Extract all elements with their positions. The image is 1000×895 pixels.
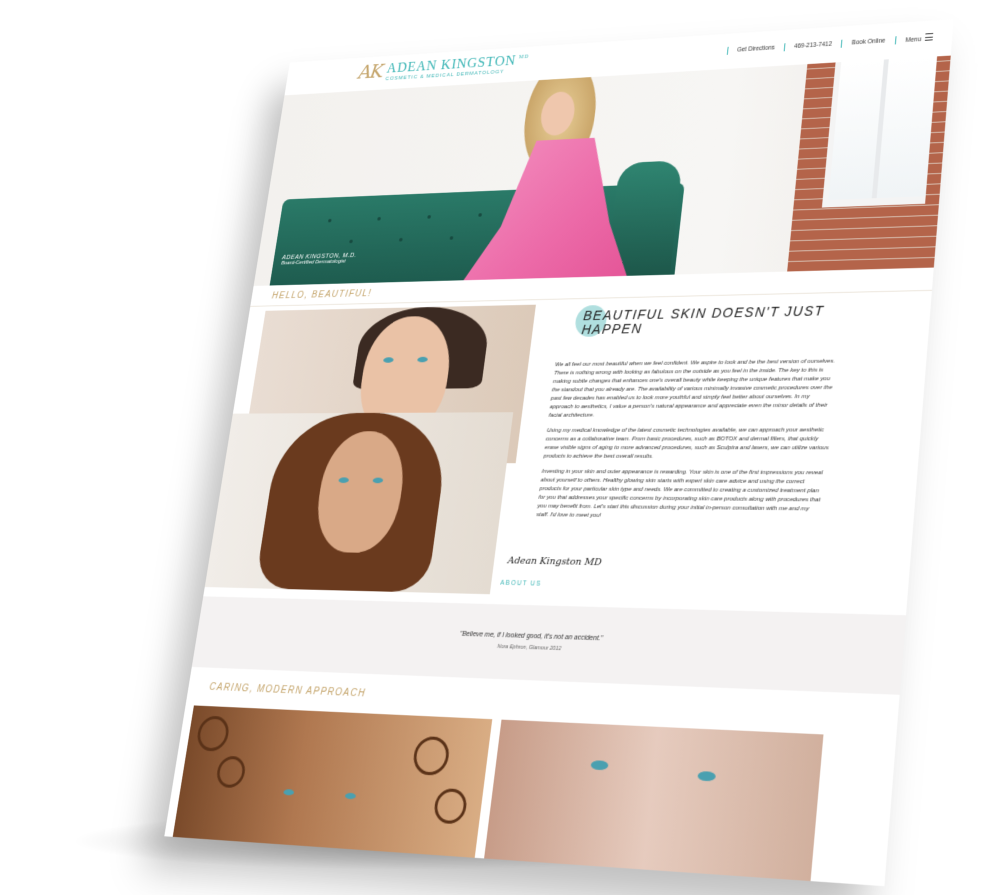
about-us-link[interactable]: ABOUT US (500, 580, 542, 588)
menu-icon (924, 33, 934, 41)
eye (344, 792, 357, 800)
window-mullion (871, 59, 889, 199)
hair-curl (195, 715, 232, 752)
sofa-tuft (377, 216, 381, 221)
intro-paragraph-3: Investing in your skin and outer appeara… (535, 468, 823, 519)
headline-block: BEAUTIFUL SKIN DOESN'T JUST HAPPEN (573, 302, 867, 338)
portrait-photo-2 (204, 412, 514, 595)
book-online-link[interactable]: Book Online (851, 37, 885, 45)
menu-button[interactable]: Menu (905, 33, 934, 44)
section-eyebrow-approach: CARING, MODERN APPROACH (208, 682, 367, 700)
logo-md: MD (518, 54, 530, 61)
eye (590, 760, 609, 771)
top-nav: Get Directions 469-213-7412 Book Online … (726, 33, 934, 55)
sofa-tuft (449, 236, 454, 240)
eye (382, 357, 394, 363)
sofa-tuft (478, 213, 483, 217)
eye (697, 770, 717, 782)
section-eyebrow-hello: HELLO, BEAUTIFUL! (271, 288, 373, 302)
signature: Adean Kingston MD (507, 555, 603, 569)
brick-wall (787, 55, 951, 272)
menu-label: Menu (905, 36, 922, 44)
eye (372, 477, 384, 484)
hair-curl (411, 735, 452, 777)
logo[interactable]: AK ADEAN KINGSTON MD COSMETIC & MEDICAL D… (357, 52, 529, 84)
hair-curl (214, 755, 248, 789)
quote-band: "Believe me, if I looked good, it's not … (191, 596, 907, 695)
web-page: AK ADEAN KINGSTON MD COSMETIC & MEDICAL D… (164, 19, 954, 887)
sofa-tuft (427, 215, 432, 219)
nav-separator (841, 39, 843, 48)
hero-caption: ADEAN KINGSTON, M.D. Board-Certified Der… (281, 253, 357, 267)
eye (417, 356, 429, 363)
window (821, 56, 938, 208)
curly-hair-photo (171, 705, 493, 864)
hero-banner: ADEAN KINGSTON, M.D. Board-Certified Der… (253, 55, 951, 286)
nav-separator (894, 35, 897, 45)
mature-face-photo (483, 719, 824, 887)
sofa-tuft (398, 237, 403, 242)
logo-icon: AK (357, 61, 384, 84)
intro-paragraph-2: Using my medical knowledge of the latest… (543, 426, 830, 460)
intro-body: We all feel our most beautiful when we f… (535, 357, 837, 530)
sofa-tuft (327, 218, 332, 223)
hair-curl (432, 787, 469, 825)
eye (338, 477, 350, 484)
intro-headline: BEAUTIFUL SKIN DOESN'T JUST HAPPEN (580, 302, 826, 337)
scene: AK ADEAN KINGSTON MD COSMETIC & MEDICAL D… (0, 0, 1000, 895)
nav-separator (726, 46, 729, 55)
sofa-tuft (349, 239, 353, 244)
eye (283, 788, 295, 796)
logo-text: ADEAN KINGSTON MD COSMETIC & MEDICAL DERM… (385, 52, 529, 81)
intro-paragraph-1: We all feel our most beautiful when we f… (548, 357, 836, 419)
nav-separator (783, 42, 786, 51)
get-directions-link[interactable]: Get Directions (737, 44, 775, 53)
phone-link[interactable]: 469-213-7412 (794, 41, 832, 50)
